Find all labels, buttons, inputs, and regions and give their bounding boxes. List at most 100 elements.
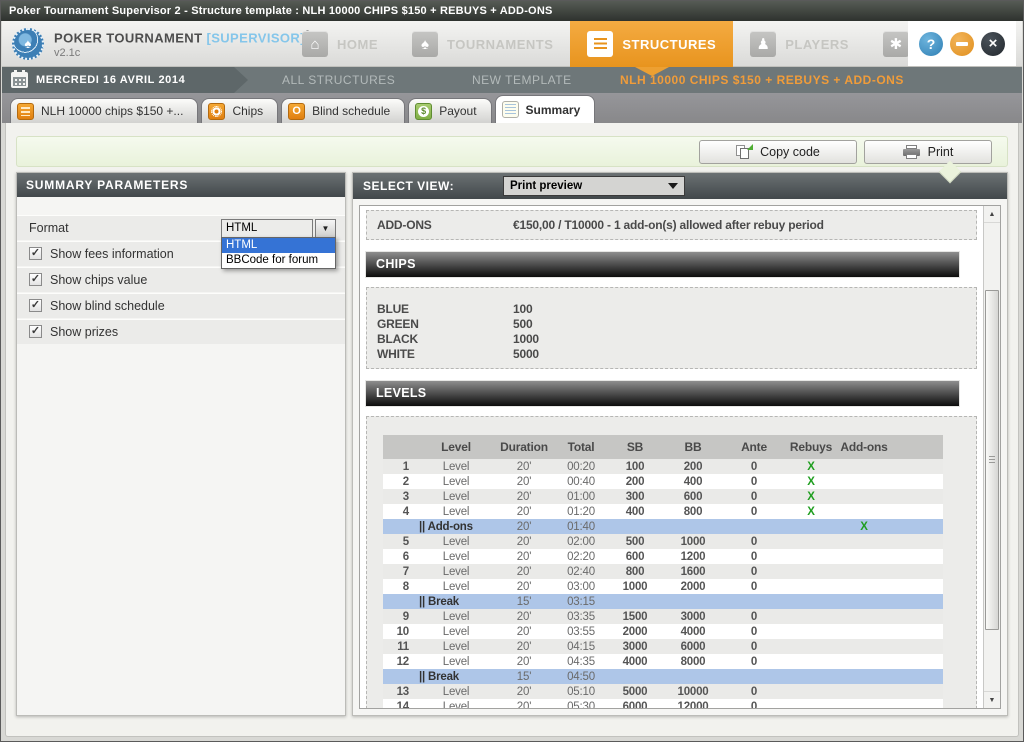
close-button[interactable]: × [981, 32, 1005, 56]
levels-cell: Level [419, 639, 493, 654]
tab-summary[interactable]: Summary [495, 95, 596, 123]
levels-cell: 11 [383, 639, 419, 654]
addons-label: ADD-ONS [377, 218, 432, 232]
window-controls: ?× [908, 21, 1016, 66]
tab-payout[interactable]: $Payout [408, 98, 491, 123]
app-version: v2.1c [54, 47, 80, 59]
copy-code-button[interactable]: Copy code [699, 140, 857, 164]
chip-color: BLACK [377, 332, 418, 346]
checkbox-show-fees-information[interactable]: ✓ [29, 247, 42, 260]
levels-cell: 12000 [663, 699, 723, 708]
nav-item-structures[interactable]: STRUCTURES [570, 21, 733, 67]
levels-cell: 20' [493, 549, 555, 564]
spade-icon: ♠ [14, 36, 42, 51]
levels-cell: 05:30 [555, 699, 607, 708]
select-view-label: SELECT VIEW: [363, 173, 454, 199]
levels-cell [785, 669, 837, 684]
levels-cell [837, 684, 891, 699]
levels-cell [663, 519, 723, 534]
icon-glyph: $ [418, 106, 429, 117]
chip-color: WHITE [377, 347, 415, 361]
format-option-html[interactable]: HTML [222, 238, 335, 253]
list-icon [587, 31, 613, 57]
levels-cell: 9 [383, 609, 419, 624]
scroll-down-icon[interactable]: ▼ [984, 691, 1000, 708]
checkbox-show-chips-value[interactable]: ✓ [29, 273, 42, 286]
tab-blind-schedule[interactable]: OBlind schedule [281, 98, 405, 123]
window-title: Poker Tournament Supervisor 2 - Structur… [1, 1, 1023, 21]
minimize-button[interactable] [950, 32, 974, 56]
levels-cell: 15' [493, 669, 555, 684]
format-dropdown-list: HTMLBBCode for forum [221, 237, 336, 269]
scrollbar-thumb[interactable] [985, 290, 999, 630]
levels-cell: X [837, 519, 891, 534]
tab-strip: NLH 10000 chips $150 +...ChipsOBlind sch… [2, 93, 1022, 123]
addons-value: €150,00 / T10000 - 1 add-on(s) allowed a… [513, 218, 824, 232]
levels-cell: 5 [383, 534, 419, 549]
print-button[interactable]: Print [864, 140, 992, 164]
chip-value-row: GREEN500 [367, 317, 976, 332]
chips-tab-icon [208, 103, 225, 120]
levels-cell: 20' [493, 534, 555, 549]
levels-header-cell: BB [663, 435, 723, 459]
levels-cell: 20' [493, 519, 555, 534]
tab-nlh-10000-chips-150[interactable]: NLH 10000 chips $150 +... [10, 98, 198, 123]
select-view-value: Print preview [510, 180, 582, 192]
levels-cell: Level [419, 624, 493, 639]
levels-cell: 600 [607, 549, 663, 564]
nav-item-home[interactable]: ⌂HOME [285, 21, 395, 67]
levels-cell [891, 639, 943, 654]
format-combobox[interactable]: HTML [221, 219, 313, 238]
nav-item-players[interactable]: ♟PLAYERS [733, 21, 866, 67]
levels-cell: 0 [723, 534, 785, 549]
levels-cell: Level [419, 549, 493, 564]
levels-cell: 01:20 [555, 504, 607, 519]
breadcrumb-new-template[interactable]: NEW TEMPLATE [472, 67, 572, 93]
levels-row: 9Level20'03:35150030000 [383, 609, 943, 624]
levels-cell: 04:50 [555, 669, 607, 684]
format-option-bbcode-for-forum[interactable]: BBCode for forum [222, 253, 335, 268]
levels-cell: 20' [493, 579, 555, 594]
levels-cell: 400 [607, 504, 663, 519]
levels-cell [891, 549, 943, 564]
select-view-header: SELECT VIEW: Print preview [353, 173, 1007, 199]
select-view-combobox[interactable]: Print preview [503, 176, 685, 196]
icon-glyph [505, 104, 516, 115]
levels-cell: 7 [383, 564, 419, 579]
levels-cell: 14 [383, 699, 419, 708]
vertical-scrollbar[interactable]: ▲ ▼ [983, 206, 1000, 708]
levels-cell: 20' [493, 609, 555, 624]
levels-cell: 0 [723, 699, 785, 708]
levels-cell: 12 [383, 654, 419, 669]
levels-cell [607, 519, 663, 534]
levels-cell [837, 579, 891, 594]
parameter-row: ✓Show prizes [17, 319, 345, 344]
levels-cell [837, 624, 891, 639]
checkbox-show-blind-schedule[interactable]: ✓ [29, 299, 42, 312]
checkbox-label: Show fees information [50, 247, 174, 261]
levels-cell [663, 669, 723, 684]
levels-cell [785, 639, 837, 654]
levels-cell [891, 489, 943, 504]
levels-row: 6Level20'02:2060012000 [383, 549, 943, 564]
levels-cell [837, 594, 891, 609]
levels-cell [383, 519, 419, 534]
preview-content: ADD-ONS €150,00 / T10000 - 1 add-on(s) a… [359, 205, 1001, 709]
active-nav-arrow-icon [635, 67, 669, 76]
checkbox-show-prizes[interactable]: ✓ [29, 325, 42, 338]
nav-item-tournaments[interactable]: ♠TOURNAMENTS [395, 21, 570, 67]
levels-cell: 02:20 [555, 549, 607, 564]
breadcrumb-all-structures[interactable]: ALL STRUCTURES [282, 67, 395, 93]
levels-cell [723, 669, 785, 684]
levels-cell: 04:15 [555, 639, 607, 654]
levels-header-cell [383, 435, 419, 459]
tab-chips[interactable]: Chips [201, 98, 278, 123]
levels-cell: 8 [383, 579, 419, 594]
help-button[interactable]: ? [919, 32, 943, 56]
summary-parameters-title: SUMMARY PARAMETERS [17, 173, 345, 197]
format-combobox-arrow-icon[interactable]: ▼ [315, 219, 336, 238]
tab-label: Summary [526, 103, 581, 117]
levels-cell: 200 [663, 459, 723, 474]
scroll-up-icon[interactable]: ▲ [984, 206, 1000, 223]
levels-header-cell: Total [555, 435, 607, 459]
